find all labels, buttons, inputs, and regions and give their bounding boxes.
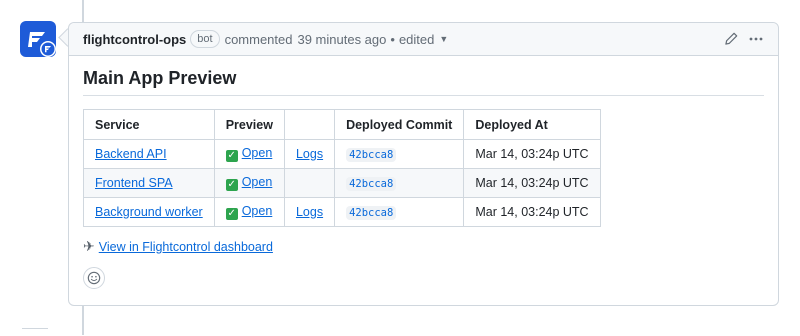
logs-link[interactable]: Logs bbox=[296, 147, 323, 161]
edited-label: edited bbox=[398, 31, 435, 47]
service-cell: Frontend SPA bbox=[83, 168, 215, 198]
chevron-down-icon: ▼ bbox=[439, 34, 449, 44]
comment-body: Main App Preview Service Preview Deploye… bbox=[69, 56, 778, 301]
service-link[interactable]: Background worker bbox=[95, 205, 203, 219]
smiley-icon bbox=[87, 271, 101, 285]
check-icon: ✓ bbox=[225, 179, 238, 191]
open-preview-link[interactable]: Open bbox=[242, 175, 273, 189]
header-deployed-at: Deployed At bbox=[463, 109, 601, 140]
open-preview-link[interactable]: Open bbox=[242, 146, 273, 160]
service-link[interactable]: Frontend SPA bbox=[95, 176, 173, 190]
comment-header: flightcontrol-ops bot commented 39 minut… bbox=[69, 23, 778, 56]
check-icon: ✓ bbox=[225, 208, 238, 220]
commit-cell: 42bcca8 bbox=[334, 139, 465, 169]
dashboard-link-row: ✈ View in Flightcontrol dashboard bbox=[83, 238, 764, 255]
table-row: Backend API ✓ Open Logs 42bcca8 Mar 14, 0… bbox=[83, 139, 601, 169]
logs-cell: Logs bbox=[283, 139, 336, 169]
open-preview-link[interactable]: Open bbox=[242, 204, 273, 218]
pencil-icon[interactable] bbox=[724, 32, 738, 46]
logs-cell bbox=[283, 168, 336, 198]
edited-dropdown[interactable]: edited ▼ bbox=[399, 32, 448, 47]
commit-link[interactable]: 42bcca8 bbox=[346, 147, 397, 162]
logs-cell: Logs bbox=[283, 197, 336, 227]
header-commit: Deployed Commit bbox=[334, 109, 465, 140]
commit-hash: 42bcca8 bbox=[346, 148, 397, 162]
commit-link[interactable]: 42bcca8 bbox=[346, 205, 397, 220]
table-header-row: Service Preview Deployed Commit Deployed… bbox=[83, 109, 601, 140]
service-cell: Backend API bbox=[83, 139, 215, 169]
header-logs bbox=[283, 109, 336, 140]
commit-hash: 42bcca8 bbox=[346, 177, 397, 191]
header-service: Service bbox=[83, 109, 215, 140]
service-link[interactable]: Backend API bbox=[95, 147, 167, 161]
comment-timestamp[interactable]: 39 minutes ago bbox=[297, 32, 386, 47]
kebab-horizontal-icon[interactable] bbox=[748, 32, 764, 46]
table-row: Background worker ✓ Open Logs 42bcca8 Mar… bbox=[83, 197, 601, 227]
deployed-at-cell: Mar 14, 03:24p UTC bbox=[463, 197, 601, 227]
preview-cell: ✓ Open bbox=[213, 168, 285, 198]
bot-badge: bot bbox=[190, 30, 220, 48]
dashboard-link[interactable]: View in Flightcontrol dashboard bbox=[99, 240, 273, 254]
preview-title: Main App Preview bbox=[83, 68, 764, 96]
logs-link[interactable]: Logs bbox=[296, 205, 323, 219]
deployed-at-cell: Mar 14, 03:24p UTC bbox=[463, 168, 601, 198]
commit-hash: 42bcca8 bbox=[346, 206, 397, 220]
service-cell: Background worker bbox=[83, 197, 215, 227]
header-preview: Preview bbox=[213, 109, 285, 140]
airplane-icon: ✈ bbox=[83, 238, 95, 254]
check-icon: ✓ bbox=[225, 150, 238, 162]
author-link[interactable]: flightcontrol-ops bbox=[83, 32, 186, 47]
deployed-at-cell: Mar 14, 03:24p UTC bbox=[463, 139, 601, 169]
commit-cell: 42bcca8 bbox=[334, 168, 465, 198]
comment-card: flightcontrol-ops bot commented 39 minut… bbox=[68, 22, 779, 306]
flightcontrol-avatar[interactable] bbox=[20, 21, 56, 57]
add-reaction-button[interactable] bbox=[83, 267, 105, 289]
preview-cell: ✓ Open bbox=[213, 139, 285, 169]
commit-link[interactable]: 42bcca8 bbox=[346, 176, 397, 191]
commit-cell: 42bcca8 bbox=[334, 197, 465, 227]
deployment-table: Service Preview Deployed Commit Deployed… bbox=[83, 109, 601, 227]
comment-action: commented bbox=[224, 31, 293, 47]
preview-cell: ✓ Open bbox=[213, 197, 285, 227]
header-separator: • bbox=[390, 31, 395, 47]
table-row: Frontend SPA ✓ Open 42bcca8 Mar 14, 03:24… bbox=[83, 168, 601, 198]
